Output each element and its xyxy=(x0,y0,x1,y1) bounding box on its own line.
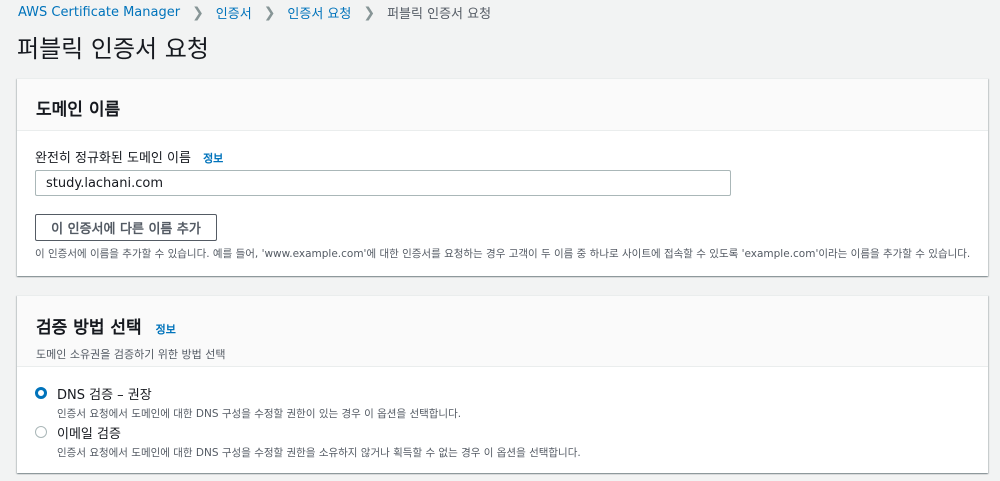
chevron-right-icon: ❯ xyxy=(263,4,276,21)
dns-validation-label: DNS 검증 – 권장 xyxy=(57,388,152,403)
dns-validation-desc: 인증서 요청에서 도메인에 대한 DNS 구성을 수정할 권한이 있는 경우 이… xyxy=(57,408,462,420)
dns-validation-radio[interactable] xyxy=(35,387,47,399)
page-title: 퍼블릭 인증서 요청 xyxy=(17,35,209,63)
breadcrumb: AWS Certificate Manager ❯ 인증서 ❯ 인증서 요청 ❯… xyxy=(18,3,492,23)
add-another-name-button[interactable]: 이 인증서에 다른 이름 추가 xyxy=(35,214,217,241)
domain-name-panel: 도메인 이름 완전히 정규화된 도메인 이름 정보 이 인증서에 다른 이름 추… xyxy=(17,78,988,276)
breadcrumb-current: 퍼블릭 인증서 요청 xyxy=(387,7,492,22)
email-validation-label: 이메일 검증 xyxy=(57,427,121,442)
domain-name-input[interactable] xyxy=(35,170,731,196)
dns-validation-text: DNS 검증 – 권장 인증서 요청에서 도메인에 대한 DNS 구성을 수정할… xyxy=(57,384,461,421)
email-validation-text: 이메일 검증 인증서 요청에서 도메인에 대한 DNS 구성을 수정할 권한을 … xyxy=(57,423,581,460)
breadcrumb-acm-link[interactable]: AWS Certificate Manager xyxy=(18,5,180,20)
email-validation-radio[interactable] xyxy=(35,426,47,438)
validation-panel-header: 검증 방법 선택 정보 도메인 소유권을 검증하기 위한 방법 선택 xyxy=(17,296,988,367)
domain-name-panel-header: 도메인 이름 xyxy=(17,79,988,131)
validation-panel-description: 도메인 소유권을 검증하기 위한 방법 선택 xyxy=(36,348,226,361)
validation-panel-title-row: 검증 방법 선택 정보 xyxy=(36,313,969,338)
email-validation-desc: 인증서 요청에서 도메인에 대한 DNS 구성을 수정할 권한을 소유하지 않거… xyxy=(57,447,581,459)
validation-panel-title: 검증 방법 선택 xyxy=(36,318,142,338)
dns-validation-option[interactable]: DNS 검증 – 권장 인증서 요청에서 도메인에 대한 DNS 구성을 수정할… xyxy=(35,384,461,421)
chevron-right-icon: ❯ xyxy=(363,4,376,21)
domain-name-panel-title: 도메인 이름 xyxy=(36,100,121,120)
add-name-help-text: 이 인증서에 이름을 추가할 수 있습니다. 예를 들어, 'www.examp… xyxy=(35,248,971,260)
fqdn-info-link[interactable]: 정보 xyxy=(203,152,223,165)
email-validation-option[interactable]: 이메일 검증 인증서 요청에서 도메인에 대한 DNS 구성을 수정할 권한을 … xyxy=(35,423,581,460)
fqdn-label-text: 완전히 정규화된 도메인 이름 xyxy=(35,151,191,166)
validation-info-link[interactable]: 정보 xyxy=(156,323,176,336)
validation-method-panel: 검증 방법 선택 정보 도메인 소유권을 검증하기 위한 방법 선택 DNS 검… xyxy=(17,295,988,473)
fqdn-label: 완전히 정규화된 도메인 이름 정보 xyxy=(35,147,223,166)
breadcrumb-certificates-link[interactable]: 인증서 xyxy=(216,3,252,22)
chevron-right-icon: ❯ xyxy=(192,4,204,21)
breadcrumb-request-link[interactable]: 인증서 요청 xyxy=(287,3,351,22)
